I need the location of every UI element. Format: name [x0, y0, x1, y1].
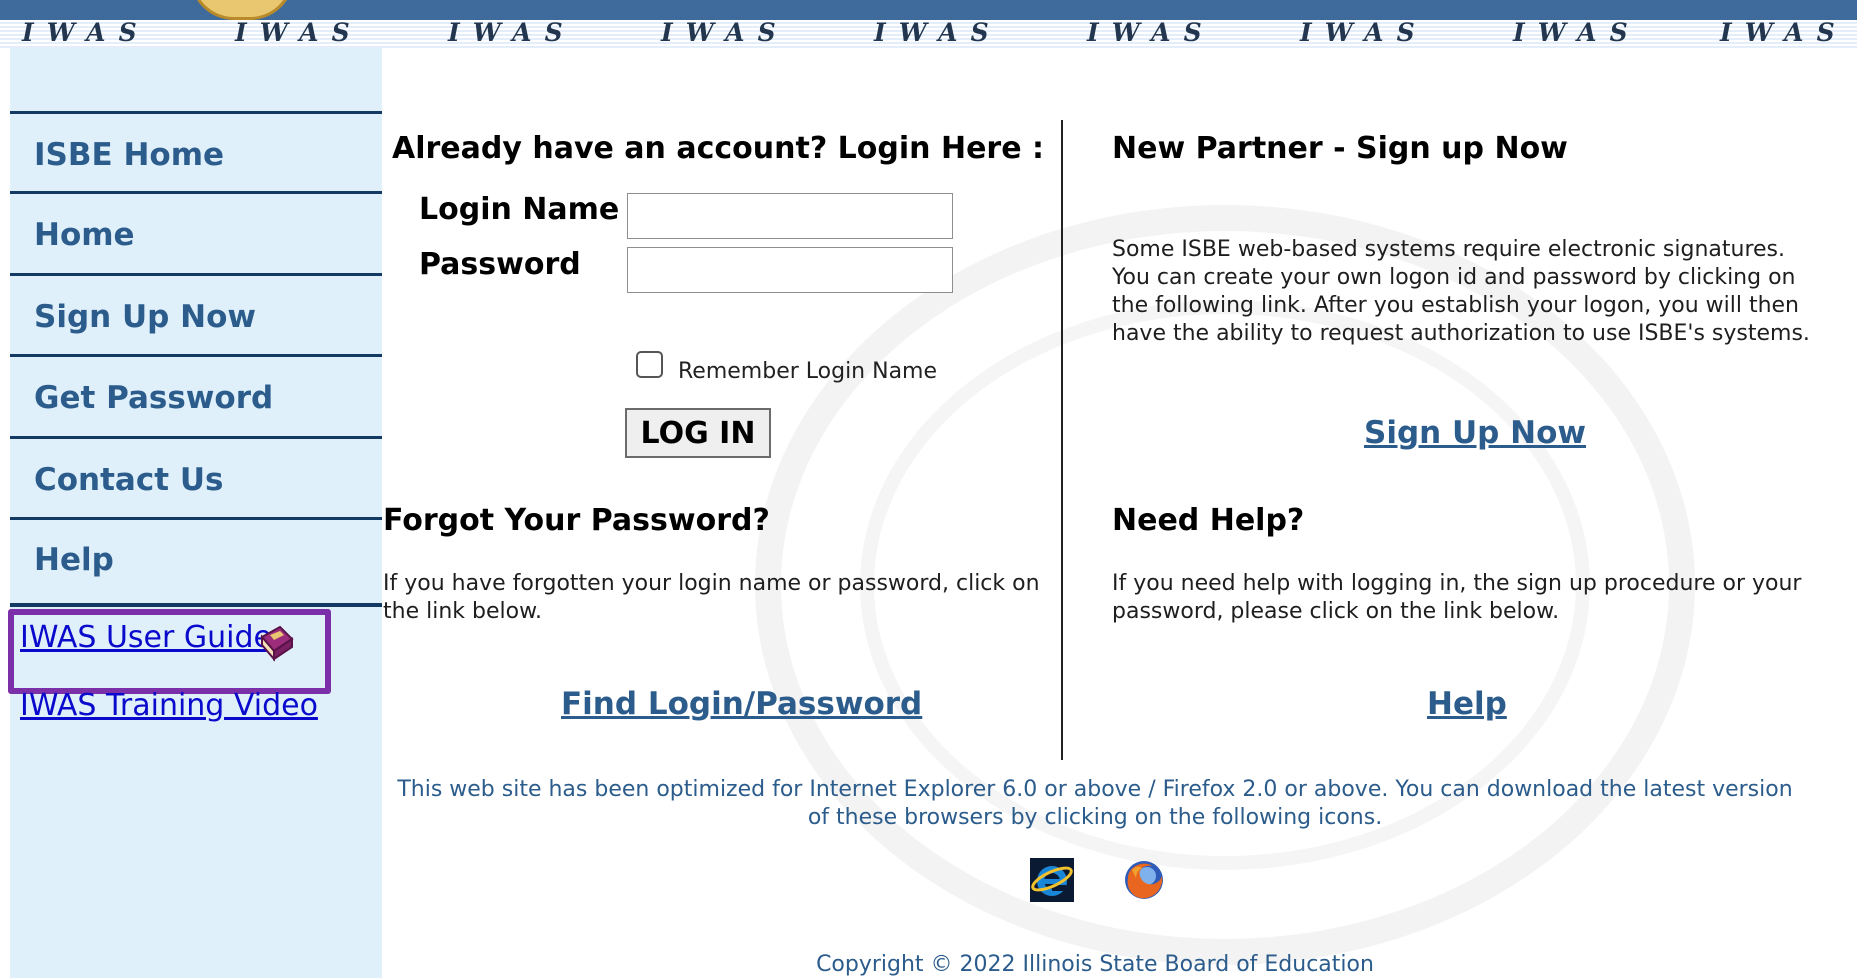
- iwas-user-guide-link[interactable]: IWAS User Guide: [20, 620, 272, 655]
- sidebar-item-help[interactable]: Help: [10, 517, 382, 607]
- banner-word: IWAS: [1087, 18, 1215, 47]
- sidebar-item-label: ISBE Home: [34, 136, 225, 173]
- banner-word: IWAS: [874, 18, 1002, 47]
- login-button[interactable]: LOG IN: [625, 408, 771, 458]
- sidebar-item-label: Sign Up Now: [34, 298, 257, 335]
- iwas-training-video-link[interactable]: IWAS Training Video: [20, 688, 318, 723]
- column-divider: [1061, 120, 1063, 760]
- find-login-password-link[interactable]: Find Login/Password: [561, 686, 922, 722]
- remember-login-checkbox[interactable]: [636, 351, 663, 378]
- sidebar-item-label: Get Password: [34, 379, 274, 416]
- sidebar-item-isbe-home[interactable]: ISBE Home: [10, 111, 382, 191]
- sidebar-item-label: Home: [34, 216, 135, 253]
- sign-up-now-link[interactable]: Sign Up Now: [1364, 415, 1586, 451]
- login-heading: Already have an account? Login Here :: [392, 131, 1045, 166]
- help-heading: Need Help?: [1112, 503, 1305, 538]
- login-name-label: Login Name: [419, 192, 620, 227]
- login-name-input[interactable]: [627, 193, 953, 239]
- remember-login-label: Remember Login Name: [678, 359, 938, 384]
- forgot-text: If you have forgotten your login name or…: [383, 571, 1040, 624]
- sidebar-item-sign-up-now[interactable]: Sign Up Now: [10, 273, 382, 353]
- signup-text: Some ISBE web-based systems require elec…: [1112, 237, 1810, 346]
- sidebar-item-label: Help: [34, 541, 114, 578]
- help-link[interactable]: Help: [1427, 686, 1507, 722]
- banner-word: IWAS: [448, 18, 576, 47]
- sidebar-item-contact-us[interactable]: Contact Us: [10, 436, 382, 516]
- banner-word: IWAS: [1720, 18, 1848, 47]
- banner-word: IWAS: [1300, 18, 1428, 47]
- password-label: Password: [419, 247, 581, 282]
- forgot-heading: Forgot Your Password?: [383, 503, 770, 538]
- sidebar-item-home[interactable]: Home: [10, 191, 382, 271]
- book-icon: [260, 625, 294, 662]
- banner-word: IWAS: [1513, 18, 1641, 47]
- banner-word: IWAS: [661, 18, 789, 47]
- password-input[interactable]: [627, 247, 953, 293]
- banner-word: IWAS: [235, 18, 363, 47]
- sidebar-item-label: Contact Us: [34, 461, 224, 498]
- internet-explorer-icon[interactable]: [1030, 858, 1074, 902]
- browser-notice: This web site has been optimized for Int…: [397, 777, 1793, 830]
- signup-heading: New Partner - Sign up Now: [1112, 131, 1568, 166]
- help-text: If you need help with logging in, the si…: [1112, 571, 1802, 624]
- copyright: Copyright © 2022 Illinois State Board of…: [816, 952, 1374, 977]
- firefox-icon[interactable]: [1122, 858, 1166, 902]
- sidebar-item-get-password[interactable]: Get Password: [10, 354, 382, 434]
- banner-word: IWAS: [22, 18, 150, 47]
